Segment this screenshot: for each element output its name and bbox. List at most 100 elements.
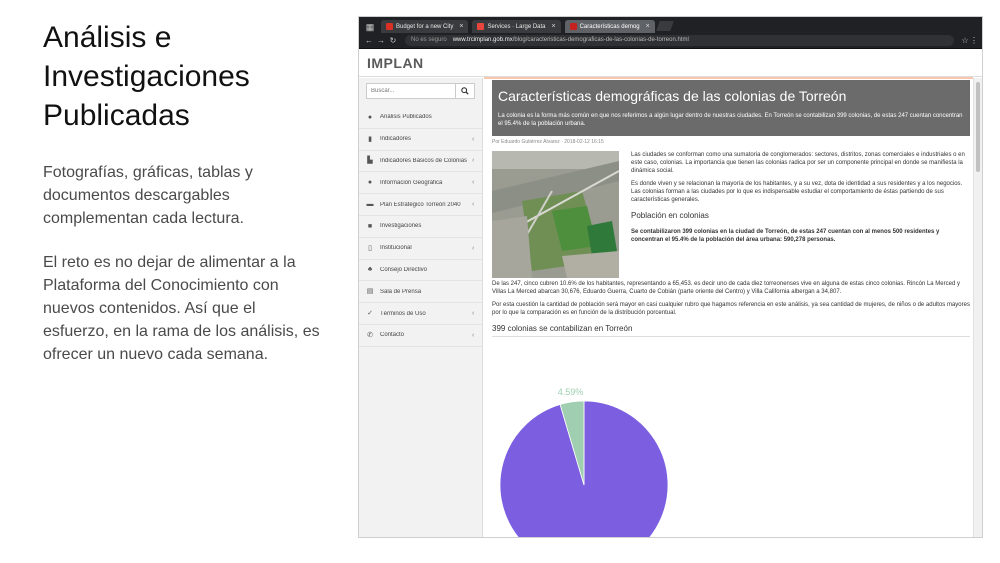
chart-heading: 399 colonias se contabilizan en Torreón <box>492 324 970 337</box>
scrollbar-thumb[interactable] <box>976 82 980 172</box>
sidebar-item[interactable]: ■ Investigaciones <box>359 216 482 238</box>
sidebar-menu: ● Análisis Publicados ▮ Indicadores ‹ ▙ Indica… <box>359 107 482 347</box>
slide-title: Análisis e Investigaciones Publicadas <box>43 18 343 135</box>
slide: Análisis e Investigaciones Publicadas Fo… <box>0 0 1000 563</box>
browser-tab-bar: ▦ Budget for a new City × Services · Lar… <box>359 17 982 33</box>
slide-title-line: Publicadas <box>43 99 190 132</box>
chevron-left-icon: ‹ <box>472 201 475 209</box>
paragraph-line: El reto es no dejar de alimentar a la <box>43 254 296 271</box>
paragraph-line: esfuerzo, en la rama de los análisis, es <box>43 323 320 340</box>
slide-title-line: Investigaciones <box>43 60 250 93</box>
chevron-left-icon: ‹ <box>472 310 475 318</box>
sidebar-item[interactable]: ● Información Geográfica ‹ <box>359 172 482 195</box>
header-accent-line <box>484 77 973 79</box>
chevron-left-icon: ‹ <box>472 135 475 143</box>
favicon-icon <box>569 23 577 30</box>
favicon-icon <box>477 23 485 30</box>
slide-title-line: Análisis e <box>43 21 172 54</box>
sidebar-item[interactable]: ▬ Plan Estratégico Torreón 2040 ‹ <box>359 194 482 216</box>
search-row <box>366 83 475 99</box>
browser-tab-active[interactable]: Características demog × <box>564 20 655 33</box>
sidebar-item[interactable]: ♣ Consejo Directivo <box>359 260 482 282</box>
favicon-icon <box>386 23 393 30</box>
sidebar-item-label: Contacto <box>380 332 405 339</box>
sidebar-item[interactable]: ● Análisis Publicados <box>359 107 482 129</box>
reload-icon[interactable]: ↻ <box>387 36 399 45</box>
browser-menu-icon[interactable]: ▦ <box>363 21 377 33</box>
article-title: Características demográficas de las colo… <box>498 88 847 104</box>
article-main: Características demográficas de las colo… <box>492 80 970 537</box>
article-intro-text: Las ciudades se conforman como una sumat… <box>619 151 970 278</box>
browser-screenshot: ▦ Budget for a new City × Services · Lar… <box>358 16 983 538</box>
sidebar-item[interactable]: ▯ Institucional ‹ <box>359 238 482 260</box>
sidebar-item[interactable]: ▙ Indicadores Básicos de Colonias ‹ <box>359 151 482 173</box>
slide-paragraph-2: El reto es no dejar de alimentar a la Pl… <box>43 251 343 366</box>
page-scrollbar[interactable] <box>973 78 982 537</box>
chevron-left-icon: ‹ <box>472 244 475 252</box>
article-intro: Las ciudades se conforman como una sumat… <box>492 151 970 278</box>
forward-arrow-icon[interactable]: → <box>375 36 387 45</box>
tab-label: Características demog <box>579 23 640 30</box>
security-indicator: No es seguro <box>411 37 447 43</box>
browser-tab[interactable]: Budget for a new City × <box>381 20 469 33</box>
url-field[interactable]: No es seguro www.trcimplan.gob.mx/blog/ca… <box>405 35 954 46</box>
paragraph-line: documentos descargables <box>43 187 230 204</box>
article-paragraph: Las ciudades se conforman como una sumat… <box>631 152 965 174</box>
more-menu-icon[interactable]: ⋮ <box>970 36 978 45</box>
document-icon: ▯ <box>368 244 372 252</box>
close-icon[interactable]: × <box>552 23 556 30</box>
close-icon[interactable]: × <box>459 23 463 30</box>
paragraph-line: Plataforma del Conocimiento con <box>43 277 279 294</box>
new-tab-button[interactable] <box>655 21 674 31</box>
chevron-left-icon: ‹ <box>472 157 475 165</box>
pie-slice-label: 4.59% <box>558 387 584 397</box>
tab-label: Services · Large Data <box>487 23 546 30</box>
url-path: /blog/caracteristicas-demograficas-de-la… <box>512 37 689 43</box>
sidebar-item[interactable]: ▤ Sala de Prensa <box>359 281 482 304</box>
search-input[interactable] <box>366 83 456 99</box>
sidebar-item[interactable]: ✆ Contacto ‹ <box>359 325 482 347</box>
section-heading: Población en colonias <box>631 211 709 220</box>
url-host: www.trcimplan.gob.mx <box>452 37 513 43</box>
article-paragraph: Se contabilizaron 399 colonias en la ciu… <box>631 229 940 243</box>
tab-label: Budget for a new City <box>396 23 454 30</box>
sidebar-item-label: Información Geográfica <box>380 179 443 186</box>
pie-chart: 95.41%4.59% <box>499 387 669 537</box>
sidebar-item[interactable]: ✓ Términos de Uso ‹ <box>359 303 482 325</box>
article-paragraph: Es donde viven y se relacionan la mayorí… <box>631 181 963 203</box>
article-byline: Por Eduardo Gutiérrez Alvarez · 2018-02-… <box>492 139 604 145</box>
paragraph-line: Fotografías, gráficas, tablas y <box>43 164 253 181</box>
sidebar-item-label: Investigaciones <box>380 223 422 230</box>
aerial-photo <box>492 151 619 278</box>
browser-tab[interactable]: Services · Large Data × <box>472 20 561 33</box>
sidebar-item-label: Indicadores Básicos de Colonias <box>380 157 468 164</box>
sidebar-item-label: Términos de Uso <box>380 310 426 317</box>
sidebar-item[interactable]: ▮ Indicadores ‹ <box>359 129 482 151</box>
article-paragraph: De las 247, cinco cubren 10.6% de los ha… <box>492 281 960 295</box>
phone-icon: ✆ <box>367 331 373 339</box>
newspaper-icon: ▤ <box>366 288 374 296</box>
folder-icon: ■ <box>367 222 373 230</box>
address-bar-row: ← → ↻ No es seguro www.trcimplan.gob.mx/b… <box>359 33 982 49</box>
sidebar-item-label: Sala de Prensa <box>380 288 422 295</box>
paragraph-line: ofrecer un nuevo cada semana. <box>43 346 269 363</box>
sidebar-item-label: Análisis Publicados <box>380 114 432 121</box>
search-button[interactable] <box>456 83 475 99</box>
sidebar-item-label: Consejo Directivo <box>380 266 428 273</box>
sidebar-item-label: Institucional <box>380 245 412 252</box>
users-icon: ♣ <box>367 266 373 274</box>
implan-logo[interactable]: IMPLAN <box>367 55 424 71</box>
paragraph-line: nuevos contenidos. Así que el <box>43 300 256 317</box>
sidebar-item-label: Plan Estratégico Torreón 2040 <box>380 201 461 208</box>
check-icon: ✓ <box>367 310 373 318</box>
bookmark-star-icon[interactable]: ☆ <box>960 36 970 45</box>
pin-icon: ● <box>367 113 373 121</box>
close-icon[interactable]: × <box>646 23 650 30</box>
slide-paragraph-1: Fotografías, gráficas, tablas y document… <box>43 161 343 230</box>
back-arrow-icon[interactable]: ← <box>363 36 375 45</box>
sidebar: ● Análisis Publicados ▮ Indicadores ‹ ▙ Indica… <box>359 78 483 537</box>
article-summary: La colonia es la forma más común en que … <box>498 113 963 127</box>
building-icon: ▙ <box>367 157 373 165</box>
article-paragraph: Por esta cuestión la cantidad de poblaci… <box>492 302 970 316</box>
sidebar-item-label: Indicadores <box>380 136 412 143</box>
